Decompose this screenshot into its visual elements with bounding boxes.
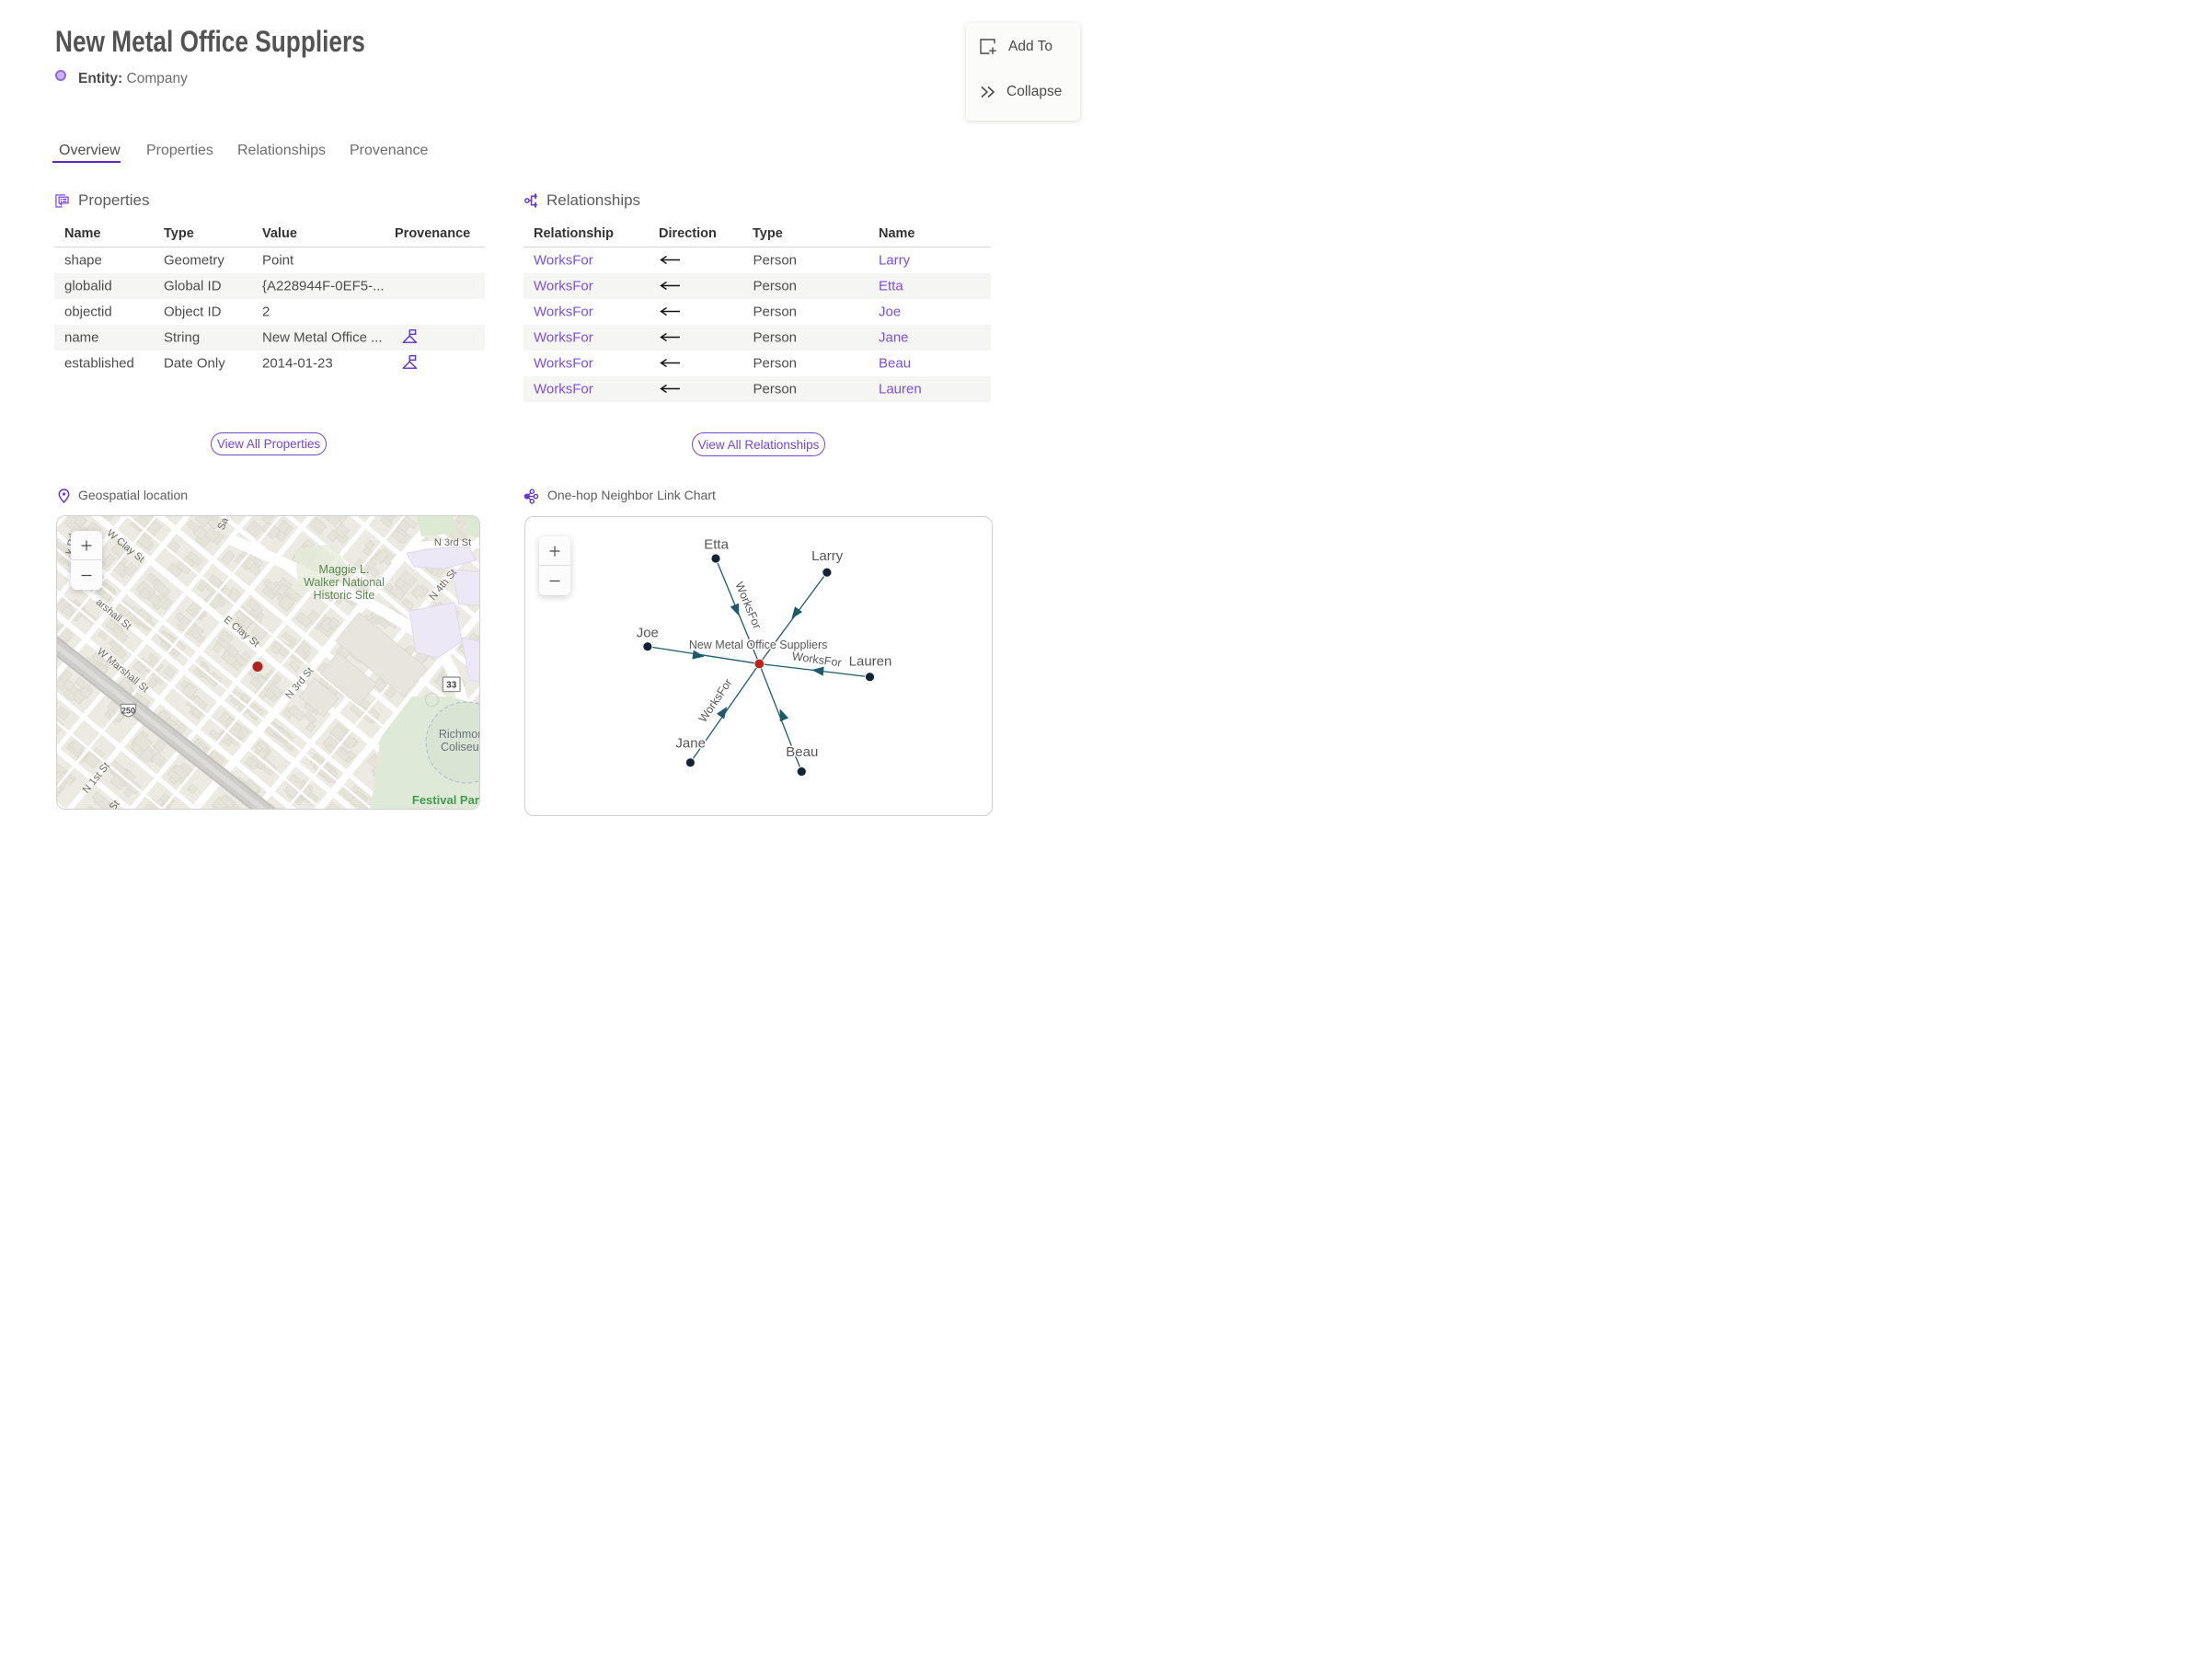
svg-text:Historic Site: Historic Site bbox=[314, 589, 375, 602]
svg-text:Festival Park: Festival Park bbox=[412, 793, 480, 807]
svg-text:Etta: Etta bbox=[704, 537, 729, 553]
svg-text:33: 33 bbox=[446, 681, 457, 691]
svg-text:WorksFor: WorksFor bbox=[696, 676, 735, 725]
svg-text:N 3rd St: N 3rd St bbox=[434, 537, 471, 548]
svg-text:Joe: Joe bbox=[637, 625, 659, 640]
svg-text:Maggie L.: Maggie L. bbox=[319, 563, 370, 576]
svg-text:Walker National: Walker National bbox=[304, 576, 385, 589]
svg-text:250: 250 bbox=[121, 707, 135, 716]
svg-text:WorksFor: WorksFor bbox=[791, 650, 842, 669]
svg-text:New Metal Office Suppliers: New Metal Office Suppliers bbox=[689, 639, 828, 651]
svg-text:Jane: Jane bbox=[675, 735, 706, 751]
svg-text:Beau: Beau bbox=[786, 744, 818, 760]
svg-text:Richmond: Richmond bbox=[439, 728, 480, 741]
svg-text:Lauren: Lauren bbox=[849, 653, 892, 669]
svg-text:Larry: Larry bbox=[811, 548, 844, 564]
svg-text:Coliseum: Coliseum bbox=[441, 741, 480, 754]
